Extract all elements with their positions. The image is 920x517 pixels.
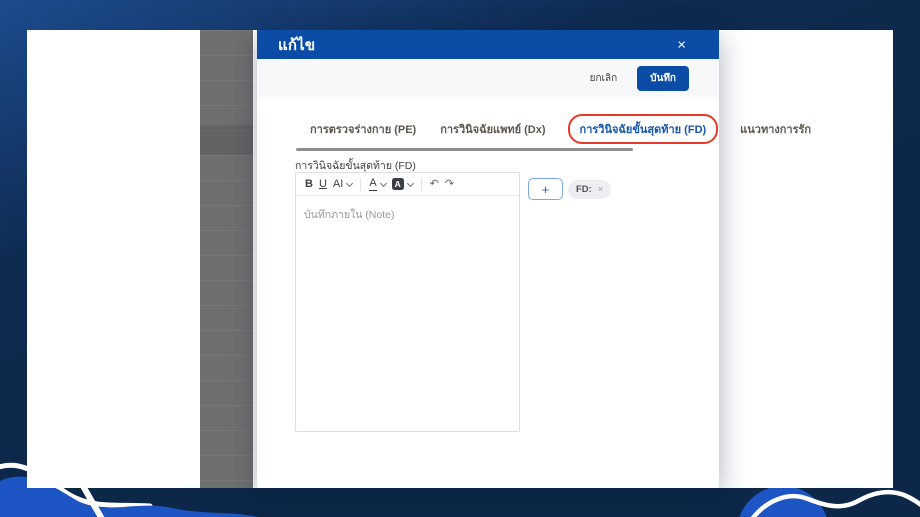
tab-bar: การตรวจร่างกาย (PE) การวินิจฉัยแพทย์ (Dx… bbox=[295, 114, 811, 144]
toolbar-divider bbox=[360, 177, 362, 191]
chevron-down-icon bbox=[346, 179, 354, 187]
screenshot-canvas: แก้ไข × ยกเลิก บันทึก การตรวจร่างกาย (PE… bbox=[0, 0, 920, 517]
tab-physical-exam[interactable]: การตรวจร่างกาย (PE) bbox=[310, 120, 416, 138]
bold-button[interactable]: B bbox=[302, 178, 316, 190]
close-icon[interactable]: × bbox=[677, 37, 686, 52]
dialog-title: แก้ไข bbox=[278, 36, 316, 54]
rich-text-editor: B U AI A A ↶ ↷ บันทึกภายใน (Note) bbox=[295, 172, 520, 432]
add-fd-button[interactable]: + bbox=[528, 178, 563, 200]
undo-button[interactable]: ↶ bbox=[427, 178, 442, 190]
highlight-color-button[interactable]: A bbox=[389, 178, 416, 190]
plus-icon: + bbox=[541, 181, 550, 197]
dimmed-table-column bbox=[200, 30, 253, 488]
fd-chip[interactable]: FD: × bbox=[568, 180, 612, 199]
text-color-button[interactable]: A bbox=[366, 176, 388, 191]
underline-button[interactable]: U bbox=[316, 178, 330, 190]
tab-treatment-plan[interactable]: แนวทางการรัก bbox=[740, 120, 811, 138]
editor-toolbar: B U AI A A ↶ ↷ bbox=[296, 173, 519, 196]
edit-dialog: แก้ไข × ยกเลิก บันทึก การตรวจร่างกาย (PE… bbox=[257, 30, 811, 488]
save-button[interactable]: บันทึก bbox=[637, 65, 689, 91]
ai-menu-label: AI bbox=[332, 177, 344, 190]
dialog-action-bar: ยกเลิก บันทึก bbox=[257, 59, 719, 97]
tab-scrollbar[interactable] bbox=[296, 148, 633, 151]
highlight-color-icon: A bbox=[391, 178, 404, 190]
dialog-header: แก้ไข × bbox=[257, 30, 719, 59]
tab-doctor-diagnosis[interactable]: การวินิจฉัยแพทย์ (Dx) bbox=[440, 120, 545, 138]
redo-button[interactable]: ↷ bbox=[442, 178, 457, 190]
editor-text-area[interactable]: บันทึกภายใน (Note) bbox=[296, 196, 519, 431]
tab-final-diagnosis[interactable]: การวินิจฉัยขั้นสุดท้าย (FD) bbox=[580, 120, 707, 138]
dimmed-table-row-block bbox=[200, 125, 253, 155]
editor-placeholder: บันทึกภายใน (Note) bbox=[304, 209, 395, 221]
fd-chip-label: FD: bbox=[576, 184, 592, 195]
text-color-icon: A bbox=[369, 176, 377, 191]
red-annotation-oval: การวินิจฉัยขั้นสุดท้าย (FD) bbox=[567, 114, 719, 144]
chevron-down-icon bbox=[379, 179, 387, 187]
chevron-down-icon bbox=[406, 179, 414, 187]
chip-remove-icon[interactable]: × bbox=[598, 185, 603, 194]
cancel-button[interactable]: ยกเลิก bbox=[588, 67, 620, 90]
toolbar-divider bbox=[420, 177, 422, 191]
ai-menu-button[interactable]: AI bbox=[330, 177, 355, 190]
